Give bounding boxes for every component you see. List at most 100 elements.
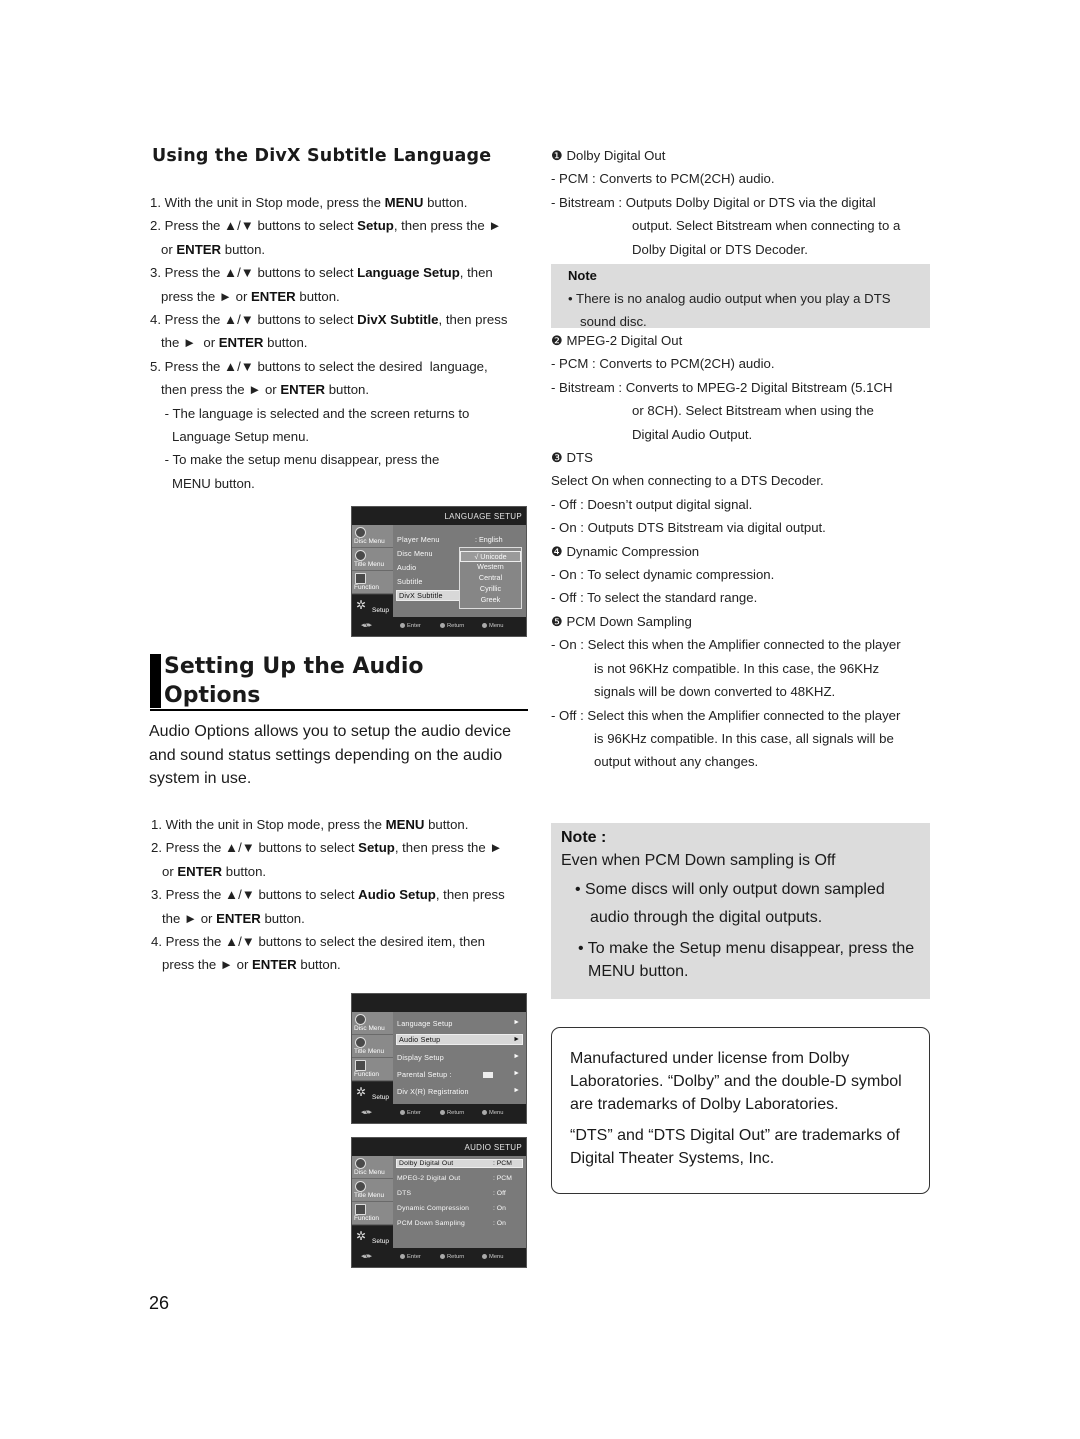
step-line: 1. With the unit in Stop mode, press the… — [150, 191, 530, 214]
step-text: then press the ► or — [150, 382, 281, 398]
bold-keyword: Setup — [358, 840, 395, 856]
step-text: button. — [260, 910, 305, 926]
row-language-setup: Language Setup — [397, 1019, 453, 1028]
tab-label: Function — [354, 584, 379, 591]
return-icon — [440, 623, 445, 628]
step-text: button. — [325, 382, 370, 398]
heading-line-1: Setting Up the Audio — [164, 654, 424, 679]
return-icon — [440, 1254, 445, 1259]
step-text: button. — [263, 335, 308, 351]
footer-return: Return — [440, 1110, 464, 1116]
tab-label: Disc Menu — [354, 538, 385, 545]
step-line: 5. Press the ▲/▼ buttons to select the d… — [150, 355, 530, 378]
bold-keyword: ENTER — [218, 335, 264, 351]
footer-enter: Enter — [400, 623, 421, 629]
step-line: or ENTER button. — [151, 860, 531, 883]
row-dts: DTS — [397, 1190, 412, 1197]
tab-title-menu: Title Menu — [352, 1179, 393, 1202]
page-number: 26 — [149, 1293, 170, 1313]
row-audio: Audio — [397, 563, 417, 572]
footer-return-label: Return — [447, 1110, 465, 1117]
step-text: , then press the ► — [394, 840, 503, 856]
option-heading: ❸ DTS — [551, 450, 593, 466]
osd-footer: ◂▴▾▸ Enter Return Menu — [352, 1104, 526, 1123]
pcm-note-box: Note : Even when PCM Down sampling is Of… — [551, 823, 930, 999]
osd-footer: ◂▴▾▸ Enter Return Menu — [352, 617, 526, 636]
osd-side-tabs: Disc Menu Title Menu Function ✲ Setup — [352, 1156, 393, 1250]
footer-return-label: Return — [447, 1254, 465, 1261]
disc-icon — [355, 527, 366, 538]
bold-keyword: Audio Setup — [358, 887, 436, 903]
step-line: - The language is selected and the scree… — [150, 402, 530, 425]
step-text: 2. Press the ▲/▼ buttons to select — [150, 218, 358, 234]
setup-menu-screen: Disc Menu Title Menu Function ✲ Setup Lan… — [351, 993, 527, 1124]
option-heading: ❷ MPEG-2 Digital Out — [551, 333, 683, 348]
step-text: button. — [423, 195, 468, 210]
tab-setup: ✲ Setup — [352, 595, 393, 619]
note-line: MENU button. — [588, 963, 689, 980]
heading-rule — [150, 709, 528, 711]
step-text: Language Setup menu. — [150, 429, 310, 445]
option-detail: - Bitstream : Outputs Dolby Digital or D… — [551, 194, 876, 210]
step-text: 4. Press the ▲/▼ buttons to select the d… — [151, 934, 485, 950]
row-display-setup: Display Setup — [397, 1053, 444, 1062]
step-text: 2. Press the ▲/▼ buttons to select — [151, 840, 359, 856]
row-player-menu: Player Menu — [397, 535, 440, 544]
step-text: , then — [459, 265, 493, 281]
step-text: button. — [424, 817, 469, 832]
dolby-digital-out-section: ❶ Dolby Digital Out - PCM : Converts to … — [551, 144, 941, 261]
footer-enter: Enter — [400, 1254, 421, 1260]
step-line: MENU button. — [150, 472, 530, 495]
osd-body: Dolby Digital Out : PCM MPEG-2 Digital O… — [393, 1156, 526, 1250]
nav-arrows-icon: ◂▴▾▸ — [361, 622, 372, 629]
row-pcm-down-sampling: PCM Down Sampling — [397, 1220, 465, 1227]
option-detail: - PCM : Converts to PCM(2CH) audio. — [551, 171, 775, 187]
player-menu-value: : English — [475, 535, 503, 544]
option-heading: ❶ Dolby Digital Out — [551, 148, 666, 163]
title-disc-icon — [355, 550, 366, 561]
note-line: • Some discs will only output down sampl… — [575, 881, 885, 898]
footer-enter-label: Enter — [407, 1110, 421, 1117]
audio-options-list: ❷ MPEG-2 Digital Out - PCM : Converts to … — [551, 329, 941, 774]
tab-title-menu: Title Menu — [352, 1035, 393, 1058]
tab-label: Title Menu — [354, 561, 385, 568]
audio-setup-screen: AUDIO SETUP Disc Menu Title Menu Functio… — [351, 1137, 527, 1268]
step-line: press the ► or ENTER button. — [150, 285, 530, 308]
audio-setup-steps: 1. With the unit in Stop mode, press the… — [151, 813, 531, 977]
function-icon — [355, 1204, 366, 1215]
dolby-digital-out-value: : PCM — [493, 1160, 512, 1167]
arrow-right-icon: ► — [513, 1053, 520, 1060]
divx-subtitle-heading: Using the DivX Subtitle Language — [152, 146, 492, 166]
tab-title-menu: Title Menu — [352, 548, 393, 571]
option-heading: ❺ PCM Down Sampling — [551, 613, 692, 629]
menu-icon — [482, 1254, 487, 1259]
tab-function: Function — [352, 1058, 393, 1081]
step-text: 4. Press the ▲/▼ buttons to select — [150, 312, 358, 328]
option-central: Central — [478, 573, 503, 582]
bold-keyword: ENTER — [251, 288, 296, 304]
option-detail: - Off : Doesn’t output digital signal. — [551, 496, 753, 512]
footer-return: Return — [440, 623, 464, 629]
step-text: or — [151, 863, 178, 879]
disc-icon — [355, 1014, 366, 1025]
arrow-right-icon: ► — [513, 1087, 520, 1094]
heading-line-2: Options — [164, 683, 261, 708]
option-heading: ❹ Dynamic Compression — [551, 543, 700, 559]
dynamic-compression-value: : On — [493, 1205, 506, 1212]
step-line: then press the ► or ENTER button. — [150, 378, 530, 401]
option-detail: - Off : Select this when the Amplifier c… — [551, 707, 901, 723]
osd-side-tabs: Disc Menu Title Menu Function ✲ Setup — [352, 1012, 393, 1106]
row-divx-subtitle: DivX Subtitle — [396, 590, 462, 601]
menu-icon — [482, 623, 487, 628]
tab-label: Disc Menu — [354, 1025, 385, 1032]
option-unicode: √ Unicode — [460, 551, 521, 562]
tab-label: Function — [354, 1215, 379, 1222]
step-text: press the ► or — [150, 288, 252, 304]
option-detail: - Off : To select the standard range. — [551, 590, 758, 606]
option-detail: output without any changes. — [594, 754, 759, 770]
step-line: 3. Press the ▲/▼ buttons to select Langu… — [150, 261, 530, 284]
row-subtitle: Subtitle — [397, 577, 423, 586]
menu-icon — [482, 1110, 487, 1115]
step-line: - To make the setup menu disappear, pres… — [150, 448, 530, 471]
option-detail: Select On when connecting to a DTS Decod… — [551, 473, 824, 489]
